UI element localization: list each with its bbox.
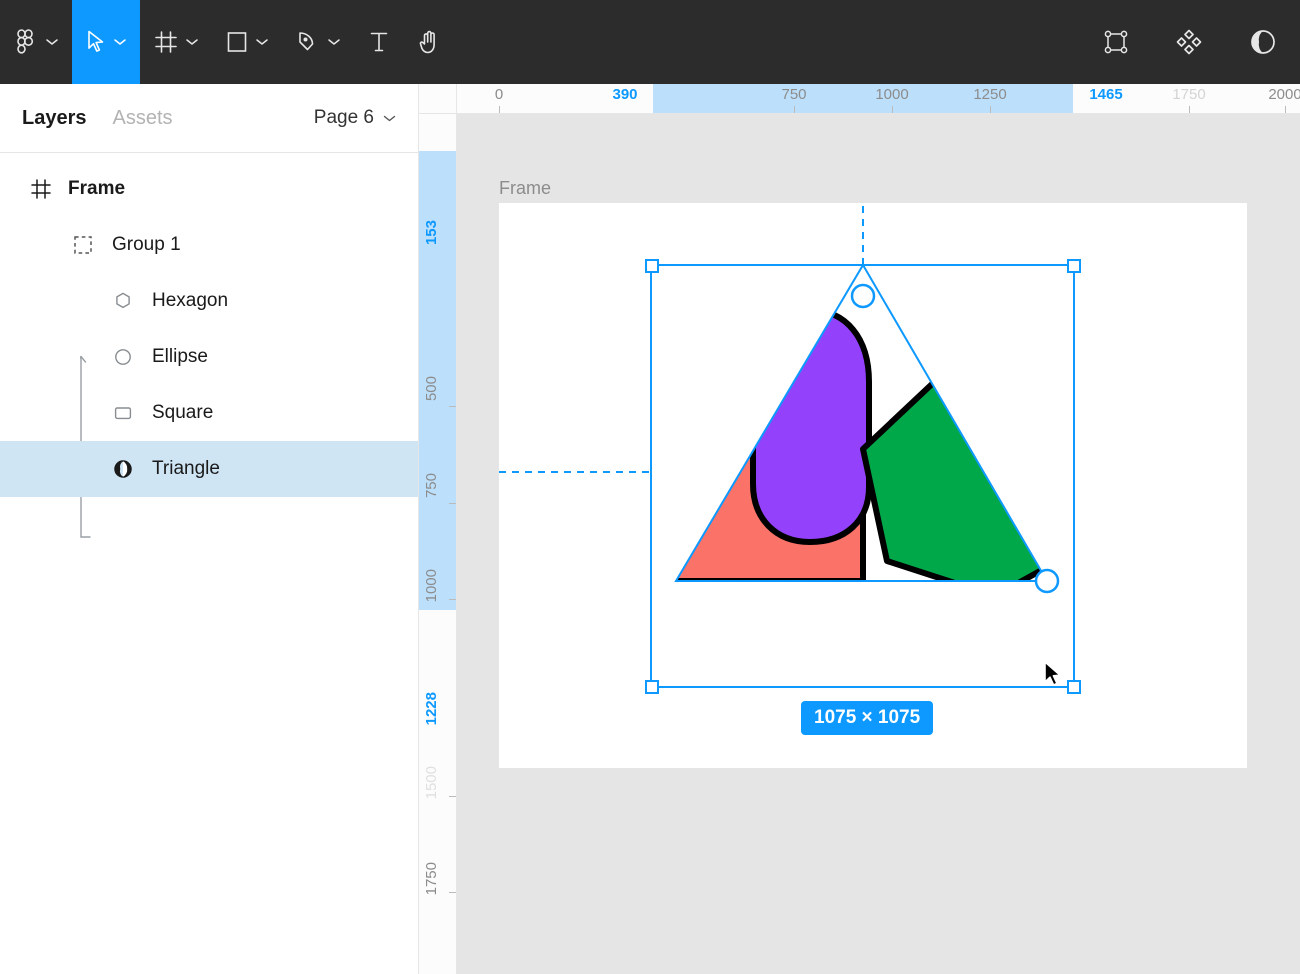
- v-ruler-tick: 1000: [423, 569, 440, 602]
- layers-sidebar: Layers Assets Page 6: [0, 84, 419, 974]
- design-canvas[interactable]: Frame: [457, 114, 1300, 974]
- chevron-down-icon: [383, 114, 396, 123]
- rectangle-icon: [226, 30, 248, 54]
- resize-handle-bottom-left: [646, 681, 658, 693]
- move-tool[interactable]: [72, 0, 140, 84]
- layer-row-frame[interactable]: Frame: [0, 161, 418, 217]
- layer-name: Group 1: [112, 234, 181, 256]
- v-ruler-tick: 1228: [423, 692, 440, 725]
- shape-ellipse: [753, 310, 869, 542]
- half-moon-glyph: [1248, 27, 1278, 57]
- bounds-glyph: [1102, 28, 1130, 56]
- cursor-arrow-icon: [86, 30, 106, 54]
- v-ruler-tick: 750: [423, 473, 440, 498]
- ellipse-icon: [108, 347, 138, 367]
- h-ruler-tick: 1465: [1089, 86, 1122, 103]
- page-selector[interactable]: Page 6: [314, 107, 396, 129]
- h-ruler-tick: 750: [781, 86, 806, 103]
- tab-layers[interactable]: Layers: [22, 107, 87, 130]
- figma-logo-glyph: [14, 29, 38, 55]
- resize-handle-bottom-right: [1068, 681, 1080, 693]
- h-ruler-mark: [1189, 106, 1190, 113]
- corner-radius-handle-apex: [852, 285, 874, 307]
- figma-logo-icon[interactable]: [0, 0, 72, 84]
- mouse-cursor: [1045, 662, 1060, 685]
- h-ruler-mark: [794, 106, 795, 113]
- resize-handle-top-left: [646, 260, 658, 272]
- square-icon: [108, 403, 138, 423]
- layer-name: Hexagon: [152, 290, 228, 312]
- h-ruler-mark: [990, 106, 991, 113]
- shape-tool[interactable]: [212, 0, 282, 84]
- layer-tree: Frame Group 1 Hexagon Ellipse: [0, 153, 418, 497]
- sidebar-header: Layers Assets Page 6: [0, 84, 418, 153]
- h-ruler-selection-band: [653, 84, 1073, 114]
- layer-name: Triangle: [152, 458, 220, 480]
- hand-tool[interactable]: [404, 0, 456, 84]
- vertical-ruler[interactable]: 153 500 750 1000 1228 1500 1750: [419, 114, 457, 974]
- vertex-handle-bottom-right: [1036, 570, 1058, 592]
- horizontal-ruler[interactable]: 0 390 750 1000 1250 1465 1750 2000: [457, 84, 1300, 114]
- h-ruler-tick: 2000: [1268, 86, 1300, 103]
- text-tool[interactable]: [354, 0, 404, 84]
- shape-hexagon: [863, 353, 1085, 596]
- hexagon-icon: [108, 291, 138, 311]
- diamonds-glyph: [1174, 27, 1204, 57]
- chevron-down-icon: [114, 38, 126, 46]
- masked-shape-group: [676, 310, 1085, 596]
- layer-name: Square: [152, 402, 213, 424]
- v-ruler-mark: [449, 892, 456, 893]
- h-ruler-mark: [499, 106, 500, 113]
- v-ruler-mark: [449, 599, 456, 600]
- v-ruler-mark: [449, 796, 456, 797]
- layer-row-group-1[interactable]: Group 1: [0, 217, 418, 273]
- toolbar-spacer: [456, 0, 1080, 84]
- group-dashed-icon: [68, 235, 98, 255]
- v-ruler-tick: 153: [423, 220, 440, 245]
- v-ruler-tick: 1750: [423, 862, 440, 895]
- components-icon[interactable]: [1152, 0, 1226, 84]
- layer-row-ellipse[interactable]: Ellipse: [0, 329, 418, 385]
- layer-row-triangle[interactable]: Triangle: [0, 441, 418, 497]
- v-ruler-tick: 1500: [423, 766, 440, 799]
- resize-handle-top-right: [1068, 260, 1080, 272]
- chevron-down-icon: [256, 38, 268, 46]
- hand-icon: [418, 29, 442, 55]
- canvas-artwork: [457, 114, 1300, 974]
- selection-bounds-icon[interactable]: [1080, 0, 1152, 84]
- h-ruler-mark: [892, 106, 893, 113]
- frame-grid-icon: [154, 30, 178, 54]
- layer-row-square[interactable]: Square: [0, 385, 418, 441]
- pen-nib-icon: [296, 30, 320, 54]
- ruler-corner[interactable]: [419, 84, 457, 114]
- text-t-icon: [368, 30, 390, 54]
- dimension-badge: 1075 × 1075: [801, 701, 933, 735]
- h-ruler-mark: [1285, 106, 1286, 113]
- main-toolbar: [0, 0, 1300, 84]
- tab-assets[interactable]: Assets: [113, 107, 173, 130]
- chevron-down-icon: [328, 38, 340, 46]
- v-ruler-mark: [449, 406, 456, 407]
- h-ruler-tick: 390: [612, 86, 637, 103]
- h-ruler-tick: 1000: [875, 86, 908, 103]
- chevron-down-icon: [46, 38, 58, 46]
- h-ruler-tick: 0: [495, 86, 503, 103]
- page-selector-label: Page 6: [314, 107, 374, 129]
- pen-tool[interactable]: [282, 0, 354, 84]
- layer-row-hexagon[interactable]: Hexagon: [0, 273, 418, 329]
- figma-app-window: Layers Assets Page 6: [0, 0, 1300, 974]
- chevron-down-icon: [186, 38, 198, 46]
- layer-name: Ellipse: [152, 346, 208, 368]
- h-ruler-tick: 1250: [973, 86, 1006, 103]
- frame-tool[interactable]: [140, 0, 212, 84]
- v-ruler-mark: [449, 503, 456, 504]
- mask-moon-icon: [108, 458, 138, 480]
- h-ruler-tick: 1750: [1172, 86, 1205, 103]
- frame-hash-icon: [26, 178, 56, 200]
- mask-icon[interactable]: [1226, 0, 1300, 84]
- v-ruler-tick: 500: [423, 376, 440, 401]
- layer-name: Frame: [68, 178, 125, 200]
